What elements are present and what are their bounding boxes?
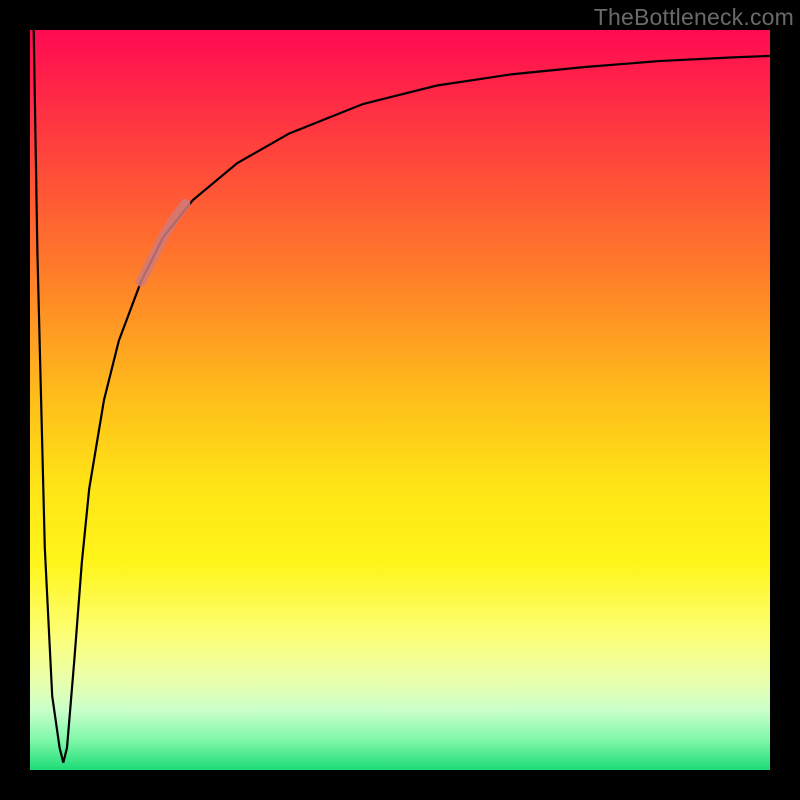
watermark-label: TheBottleneck.com [594,4,794,31]
bottleneck-curve [30,30,770,770]
curve-highlight [141,204,185,282]
curve-main [34,30,770,763]
plot-area [30,30,770,770]
chart-frame: TheBottleneck.com [0,0,800,800]
